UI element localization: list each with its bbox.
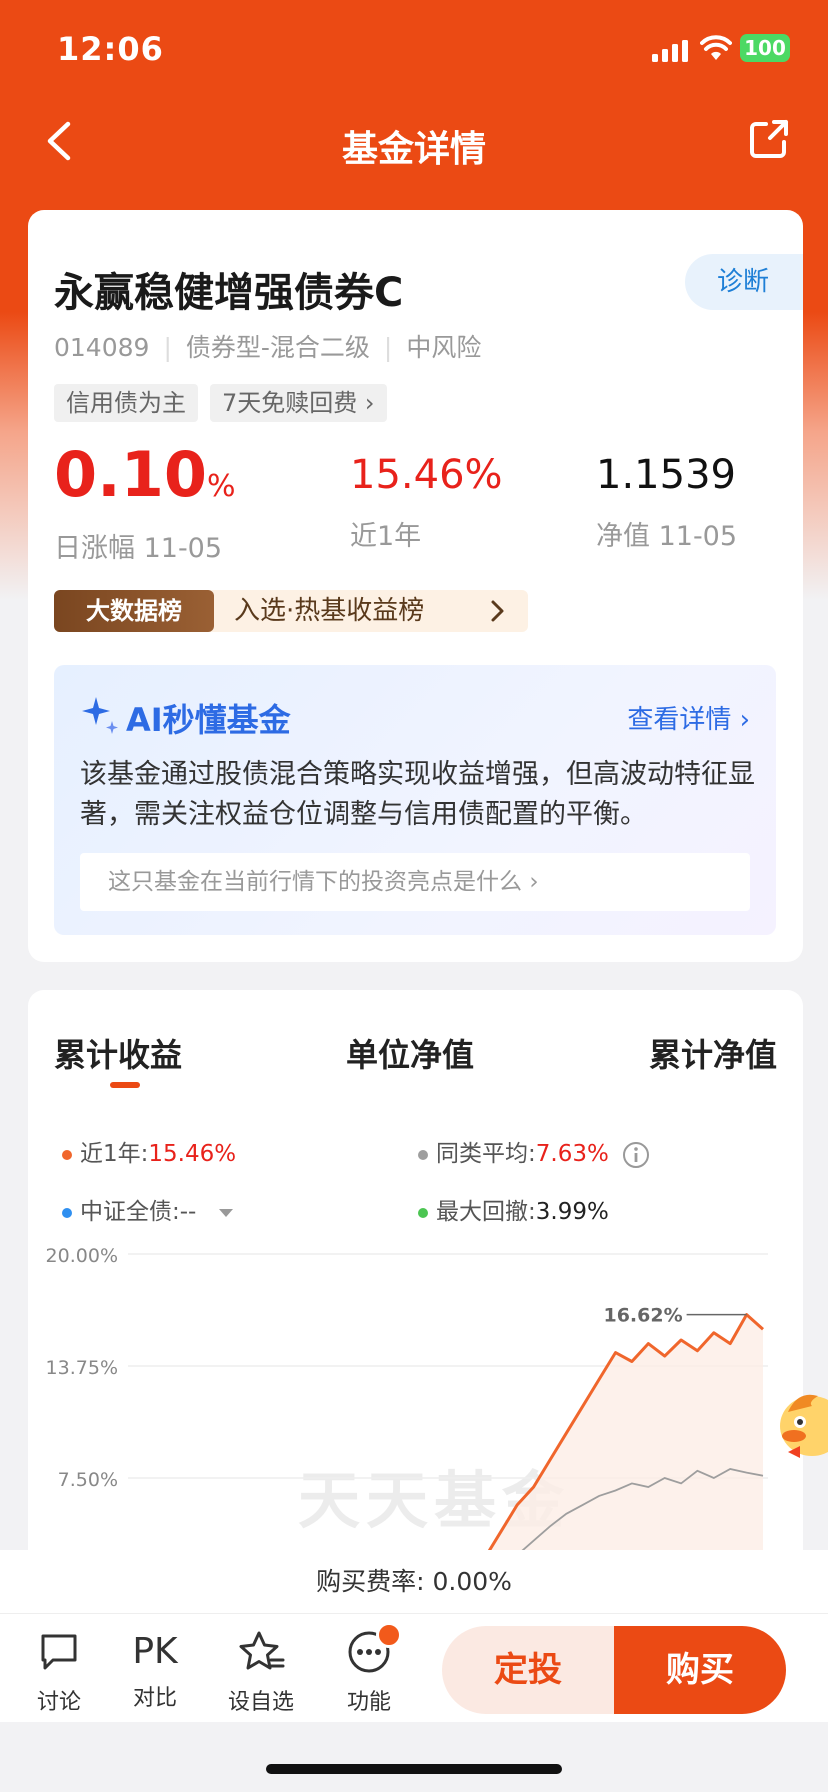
home-indicator[interactable]	[266, 1764, 562, 1774]
share-icon[interactable]	[746, 116, 792, 162]
tab-unit-nav[interactable]: 单位净值	[346, 1030, 474, 1076]
legend-value: 15.46%	[148, 1141, 237, 1167]
active-tab-indicator	[110, 1082, 140, 1088]
nav-stat: 1.1539 净值 11-05	[596, 450, 737, 553]
status-time: 12:06	[57, 30, 164, 68]
watchlist-label: 设自选	[227, 1690, 294, 1715]
nav-value: 1.1539	[596, 452, 736, 498]
tag-redemption-fee[interactable]: 7天免赎回费 ›	[210, 384, 387, 422]
tag-label: 7天免赎回费	[222, 389, 358, 417]
chevron-right-icon: ›	[364, 389, 375, 417]
legend-label: 最大回撤:	[436, 1199, 536, 1225]
ai-summary-box: AI秒懂基金 查看详情 › 该基金通过股债混合策略实现收益增强，但高波动特征显著…	[54, 665, 776, 935]
mascot-icon[interactable]	[778, 1382, 828, 1462]
chevron-right-icon: ›	[739, 705, 750, 735]
ai-summary-text: 该基金通过股债混合策略实现收益增强，但高波动特征显著，需关注权益仓位调整与信用债…	[80, 759, 755, 830]
legend-max-drawdown: 最大回撤:3.99%	[418, 1192, 609, 1226]
daily-change-unit: %	[206, 469, 236, 504]
chevron-right-icon: ›	[529, 869, 539, 895]
big-data-rank-badge: 大数据榜	[54, 590, 214, 632]
legend-peer-average: 同类平均:7.63%	[418, 1134, 650, 1169]
fund-summary-card: 永赢稳健增强债券C 诊断 014089 | 债券型-混合二级 | 中风险 信用债为主 7天…	[28, 210, 803, 962]
functions-button[interactable]: 功能	[324, 1622, 414, 1716]
legend-index[interactable]: 中证全债:--	[62, 1192, 234, 1226]
purchase-fee-rate: 购买费率: 0.00%	[0, 1550, 828, 1614]
legend-label: 同类平均:	[436, 1141, 536, 1167]
legend-label: 中证全债:	[80, 1199, 180, 1225]
legend-near-year: 近1年:15.46%	[62, 1134, 236, 1168]
home-area	[0, 1722, 828, 1792]
legend-dot	[62, 1207, 72, 1218]
year-return-stat: 15.46% 近1年	[350, 450, 503, 553]
notification-dot	[376, 1622, 402, 1648]
chevron-right-icon	[491, 600, 504, 622]
wifi-icon	[700, 35, 732, 60]
functions-label: 功能	[346, 1690, 391, 1715]
tab-cumulative-nav[interactable]: 累计净值	[649, 1030, 777, 1076]
daily-change-value: 0.10	[54, 438, 207, 511]
performance-chart-card: 累计收益 单位净值 累计净值 近1年:15.46% 同类平均:7.63% 中证全…	[28, 990, 803, 1550]
fund-meta: 014089 | 债券型-混合二级 | 中风险	[54, 328, 481, 364]
fund-type: 债券型-混合二级	[185, 333, 370, 362]
daily-change-stat: 0.10% 日涨幅 11-05	[54, 444, 236, 565]
tab-cumulative-return[interactable]: 累计收益	[54, 1030, 182, 1076]
ai-title: AI秒懂基金	[126, 701, 291, 739]
diagnose-button[interactable]: 诊断	[685, 254, 803, 310]
divider: |	[163, 333, 172, 362]
compare-label: 对比	[132, 1686, 177, 1711]
y-tick-label: 20.00%	[46, 1245, 118, 1267]
tag-credit-bond: 信用债为主	[54, 384, 198, 422]
daily-change-label: 日涨幅 11-05	[54, 533, 223, 564]
add-watchlist-button[interactable]: 设自选	[216, 1630, 306, 1716]
return-chart[interactable]: 20.00% 13.75% 7.50% 16.62%	[28, 1230, 803, 1550]
fund-tags: 信用债为主 7天免赎回费 ›	[54, 384, 399, 422]
y-tick-label: 13.75%	[46, 1357, 118, 1379]
year-return-label: 近1年	[350, 521, 422, 552]
battery-icon: 100	[740, 34, 790, 62]
star-icon	[239, 1631, 285, 1670]
bottom-action-bar: 讨论 PK 对比 设自选 功能 定投 购买	[0, 1614, 828, 1722]
discuss-label: 讨论	[36, 1690, 81, 1715]
divider: |	[383, 333, 393, 362]
fund-code: 014089	[54, 333, 150, 362]
fund-risk: 中风险	[406, 333, 482, 362]
info-icon[interactable]	[622, 1141, 650, 1169]
legend-value: 3.99%	[535, 1199, 609, 1225]
ai-question-prompt[interactable]: 这只基金在当前行情下的投资亮点是什么 ›	[80, 853, 750, 911]
discuss-button[interactable]: 讨论	[14, 1630, 104, 1716]
legend-label: 近1年:	[80, 1141, 149, 1167]
view-details-label: 查看详情	[627, 705, 732, 735]
legend-dot	[62, 1149, 72, 1160]
buy-button[interactable]: 购买	[614, 1626, 786, 1714]
year-return-value: 15.46%	[350, 452, 503, 498]
ranking-text: 入选·热基收益榜	[234, 596, 425, 626]
peak-label: 16.62%	[603, 1305, 682, 1327]
compare-button[interactable]: PK 对比	[110, 1630, 200, 1712]
chat-bubble-icon	[41, 1634, 77, 1670]
legend-value: --	[179, 1199, 197, 1225]
status-bar: 12:06 100	[0, 0, 828, 100]
cellular-signal-icon	[652, 40, 688, 62]
sparkle-icon	[82, 697, 118, 734]
nav-label: 净值 11-05	[596, 521, 738, 552]
legend-value: 7.63%	[535, 1141, 609, 1167]
auto-invest-button[interactable]: 定投	[442, 1626, 614, 1714]
dropdown-arrow-icon	[218, 1208, 233, 1217]
view-details-link[interactable]: 查看详情 ›	[627, 699, 750, 736]
page-title: 基金详情	[341, 129, 486, 170]
fund-name: 永赢稳健增强债券C	[54, 270, 404, 316]
ai-question-text: 这只基金在当前行情下的投资亮点是什么	[108, 869, 522, 895]
y-tick-label: 7.50%	[58, 1469, 118, 1491]
legend-dot	[418, 1207, 428, 1218]
legend-dot	[418, 1149, 428, 1160]
pk-icon: PK	[132, 1631, 178, 1672]
ranking-banner[interactable]: 大数据榜 入选·热基收益榜	[54, 590, 528, 632]
